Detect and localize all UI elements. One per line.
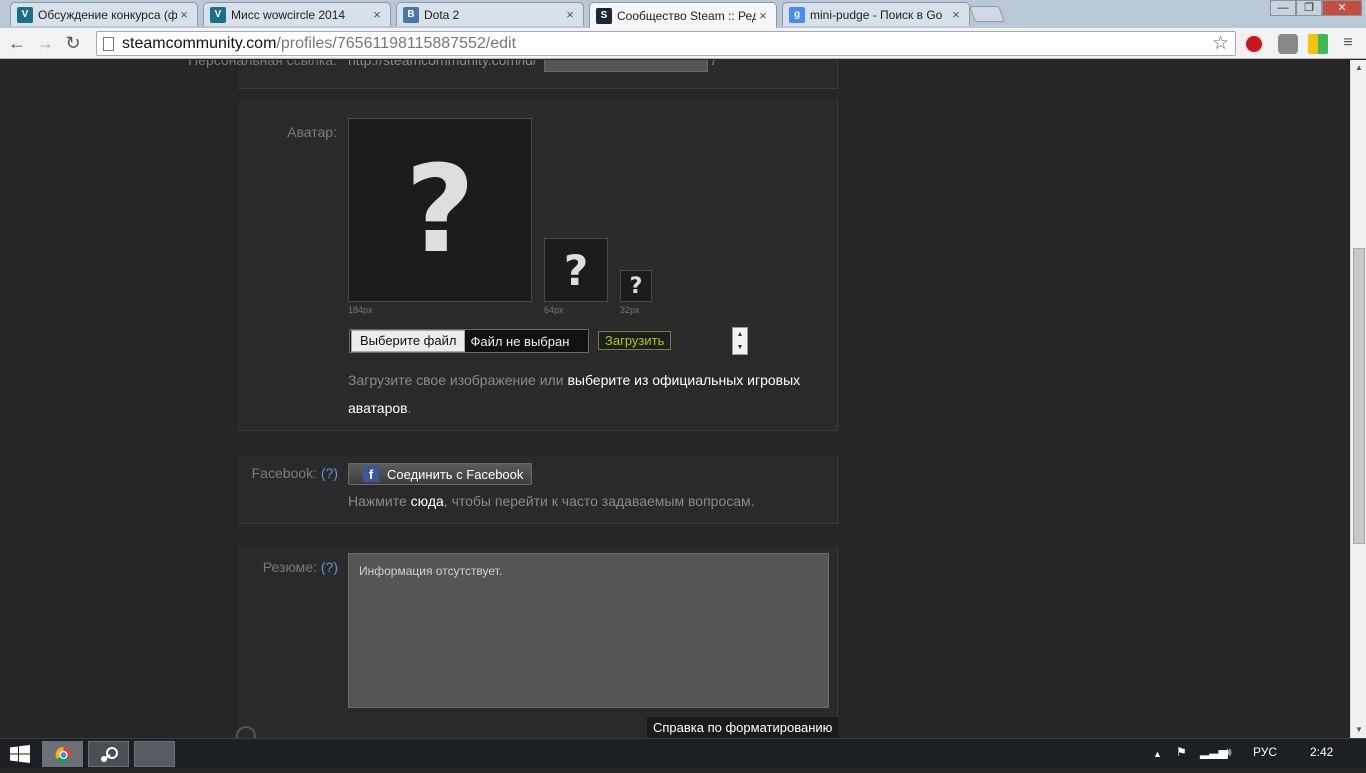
- avatar-size-label: 64px: [544, 305, 564, 315]
- avatar-hint-end: .: [407, 400, 412, 416]
- browser-tab-5[interactable]: g mini-pudge - Поиск в Go ×: [782, 2, 970, 26]
- close-tab-icon[interactable]: ×: [370, 7, 384, 22]
- windows-taskbar: ▲ ⚑ ▂▃▅ 🔊︎ РУС 2:42: [0, 738, 1366, 768]
- tab-title: Мисс wowcircle 2014: [231, 7, 346, 22]
- custom-url-input[interactable]: [544, 60, 708, 72]
- facebook-faq-link[interactable]: сюда: [411, 493, 444, 509]
- steam-taskbar-button[interactable]: [88, 741, 129, 767]
- chrome-taskbar-button[interactable]: [42, 741, 83, 767]
- browser-tab-3[interactable]: B Dota 2 ×: [396, 2, 584, 26]
- connect-facebook-button[interactable]: f Соединить с Facebook: [348, 463, 532, 485]
- page-icon: [103, 36, 114, 51]
- browser-tab-4-active[interactable]: S Сообщество Steam :: Ред ×: [589, 2, 777, 28]
- custom-url-label: Персональная ссылка:: [188, 60, 337, 68]
- browser-tab-strip: V Обсуждение конкурса (ф × V Мисс wowcir…: [0, 0, 1366, 28]
- address-bar[interactable]: steamcommunity.com/profiles/765611981158…: [96, 31, 1236, 56]
- facebook-label: Facebook:: [251, 465, 317, 481]
- close-window-button[interactable]: ✕: [1322, 0, 1362, 16]
- avatar-hint: Загрузите свое изображение или выберите …: [348, 366, 818, 422]
- close-tab-icon[interactable]: ×: [949, 7, 963, 22]
- upload-avatar-button[interactable]: Загрузить: [598, 331, 672, 350]
- restore-window-button[interactable]: ❐: [1296, 0, 1322, 16]
- avatar-size-label: 184px: [348, 305, 373, 315]
- avatar-64-question-icon: ?: [544, 238, 608, 302]
- browser-tab-1[interactable]: V Обсуждение конкурса (ф ×: [10, 2, 198, 26]
- summary-help-link[interactable]: (?): [321, 559, 338, 575]
- facebook-icon: f: [363, 466, 379, 482]
- connect-facebook-label: Соединить с Facebook: [387, 466, 524, 482]
- tab-title: Dota 2: [424, 7, 460, 22]
- scroll-up-arrow-icon[interactable]: ▲: [1351, 60, 1366, 76]
- choose-file-button[interactable]: Выберите файл: [351, 330, 466, 352]
- facebook-label-row: Facebook: (?): [200, 465, 338, 481]
- page-scrollbar[interactable]: ▲ ▼: [1350, 60, 1366, 738]
- extension-off-icon[interactable]: [1278, 34, 1298, 54]
- summary-label: Резюме:: [262, 559, 317, 575]
- adblock-extension-icon[interactable]: [1244, 34, 1264, 54]
- language-indicator[interactable]: РУС: [1253, 745, 1277, 759]
- url-host: steamcommunity.com: [122, 34, 277, 52]
- avatar-file-input[interactable]: Выберите файл Файл не выбран: [349, 329, 589, 353]
- chrome-icon: [55, 747, 72, 763]
- tab-title: Обсуждение конкурса (ф: [38, 7, 177, 22]
- tab-title: mini-pudge - Поиск в Go: [810, 7, 943, 22]
- avatar-32-question-icon: ?: [620, 270, 652, 302]
- volume-icon[interactable]: 🔊︎: [1224, 745, 1232, 760]
- tab-title: Сообщество Steam :: Ред: [617, 8, 756, 23]
- avatar-size-label: 32px: [620, 305, 640, 315]
- formatting-help-button[interactable]: Справка по форматированию: [647, 717, 839, 738]
- back-arrow-icon[interactable]: ←: [6, 32, 28, 54]
- google-favicon-icon: g: [789, 6, 805, 23]
- vkontakte-favicon-icon: B: [403, 6, 419, 23]
- browser-toolbar: ← → ↻ steamcommunity.com/profiles/765611…: [0, 28, 1366, 59]
- summary-textarea[interactable]: Информация отсутствует.: [348, 553, 829, 708]
- spinner-control[interactable]: ▲ ▼: [732, 327, 748, 355]
- custom-url-suffix: /: [712, 60, 716, 68]
- no-file-text: Файл не выбран: [470, 333, 570, 349]
- facebook-hint: Нажмите сюда, чтобы перейти к часто зада…: [348, 493, 755, 509]
- steam-favicon-icon: S: [596, 7, 612, 24]
- scroll-down-arrow-icon[interactable]: ▼: [1351, 722, 1366, 738]
- browser-tab-2[interactable]: V Мисс wowcircle 2014 ×: [203, 2, 391, 26]
- vk-favicon-icon: V: [210, 6, 226, 23]
- reload-icon[interactable]: ↻: [62, 32, 84, 54]
- close-tab-icon[interactable]: ×: [177, 7, 191, 22]
- vk-favicon-icon: V: [17, 6, 33, 23]
- steam-icon: [101, 747, 118, 762]
- summary-label-row: Резюме: (?): [200, 559, 338, 575]
- chrome-menu-icon[interactable]: ≡: [1337, 32, 1359, 54]
- avatar-label: Аватар:: [287, 124, 337, 140]
- facebook-help-link[interactable]: (?): [321, 465, 338, 481]
- taskbar-clock[interactable]: 2:42: [1310, 745, 1333, 759]
- facebook-hint-end: , чтобы перейти к часто задаваемым вопро…: [443, 493, 755, 509]
- action-center-flag-icon[interactable]: ⚑: [1176, 745, 1187, 759]
- steam-profile-edit-page: Персональная ссылка: http://steamcommuni…: [0, 60, 1350, 738]
- facebook-hint-text: Нажмите: [348, 493, 411, 509]
- forward-arrow-icon[interactable]: →: [34, 32, 56, 54]
- windows-start-icon[interactable]: [10, 745, 30, 763]
- new-tab-button[interactable]: [969, 6, 1005, 22]
- url-path: /profiles/76561198115887552/edit: [276, 34, 517, 52]
- scrollbar-thumb[interactable]: [1353, 248, 1365, 544]
- extension-grid-icon[interactable]: [1308, 34, 1328, 54]
- tray-expand-icon[interactable]: ▲: [1153, 749, 1162, 759]
- avatar-184-question-icon: ?: [348, 118, 532, 302]
- minimize-window-button[interactable]: —: [1270, 0, 1296, 16]
- custom-url-prefix: http://steamcommunity.com/id/: [348, 60, 537, 68]
- empty-taskbar-button[interactable]: [134, 741, 175, 767]
- avatar-hint-text: Загрузите свое изображение или: [348, 372, 568, 388]
- close-tab-icon[interactable]: ×: [563, 7, 577, 22]
- close-tab-icon[interactable]: ×: [756, 8, 770, 23]
- bookmark-star-icon[interactable]: ☆: [1212, 32, 1229, 55]
